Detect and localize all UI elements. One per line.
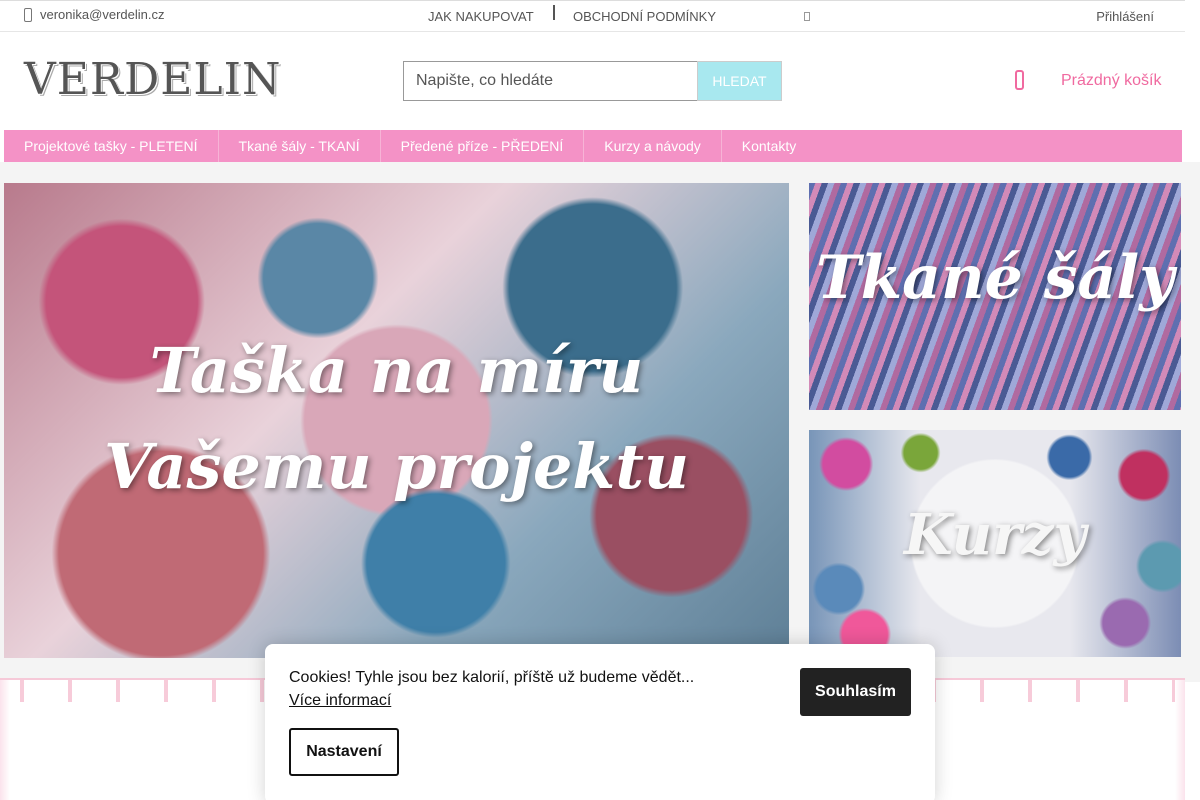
cookie-more-link[interactable]: Více informací — [289, 692, 391, 710]
decorative-right — [1175, 680, 1185, 800]
banner-main[interactable]: Taška na míru Vašemu projektu — [4, 183, 789, 658]
menu-item-kontakty[interactable]: Kontakty — [722, 130, 816, 162]
link-obchodni-podminky[interactable]: OBCHODNÍ PODMÍNKY — [573, 9, 716, 24]
menu-item-predene-prize[interactable]: Předené příze - PŘEDENÍ — [381, 130, 585, 162]
menu-item-projektove-tasky[interactable]: Projektové tašky - PLETENÍ — [4, 130, 219, 162]
phone-icon — [24, 7, 32, 22]
decorative-left — [0, 680, 10, 800]
cookie-agree-button[interactable]: Souhlasím — [800, 668, 911, 716]
cookie-message: Cookies! Tyhle jsou bez kalorií, příště … — [289, 669, 695, 686]
menu-item-tkane-saly[interactable]: Tkané šály - TKANÍ — [219, 130, 381, 162]
contact-email-text[interactable]: veronika@verdelin.cz — [40, 7, 164, 22]
search-form: Napište, co hledáte HLEDAT — [403, 61, 782, 101]
search-input[interactable]: Napište, co hledáte — [403, 61, 697, 101]
banner-kurzy-title: Kurzy — [904, 502, 1086, 568]
login-link[interactable]: Přihlášení — [1096, 9, 1154, 24]
cookie-settings-button[interactable]: Nastavení — [289, 728, 399, 776]
divider — [553, 5, 555, 20]
banner-main-title: Taška na míru Vašemu projektu — [103, 334, 690, 503]
banner-tkane-saly[interactable]: Tkané šály — [809, 183, 1181, 410]
contact-email[interactable]: veronika@verdelin.cz — [24, 7, 164, 22]
cart-icon[interactable] — [1015, 70, 1024, 90]
banner-kurzy[interactable]: Kurzy — [809, 430, 1181, 657]
chevron-icon[interactable] — [804, 12, 810, 21]
main-menu: Projektové tašky - PLETENÍ Tkané šály - … — [4, 130, 1182, 162]
cookie-dialog: Cookies! Tyhle jsou bez kalorií, příště … — [265, 644, 935, 800]
link-jak-nakupovat[interactable]: JAK NAKUPOVAT — [428, 9, 534, 24]
menu-item-kurzy[interactable]: Kurzy a návody — [584, 130, 722, 162]
search-button[interactable]: HLEDAT — [697, 61, 782, 101]
banner-tkane-saly-title: Tkané šály — [815, 243, 1175, 313]
site-logo[interactable]: VERDELIN — [24, 54, 282, 105]
top-bar: veronika@verdelin.cz JAK NAKUPOVAT OBCHO… — [0, 0, 1185, 32]
cart-label[interactable]: Prázdný košík — [1061, 72, 1161, 90]
